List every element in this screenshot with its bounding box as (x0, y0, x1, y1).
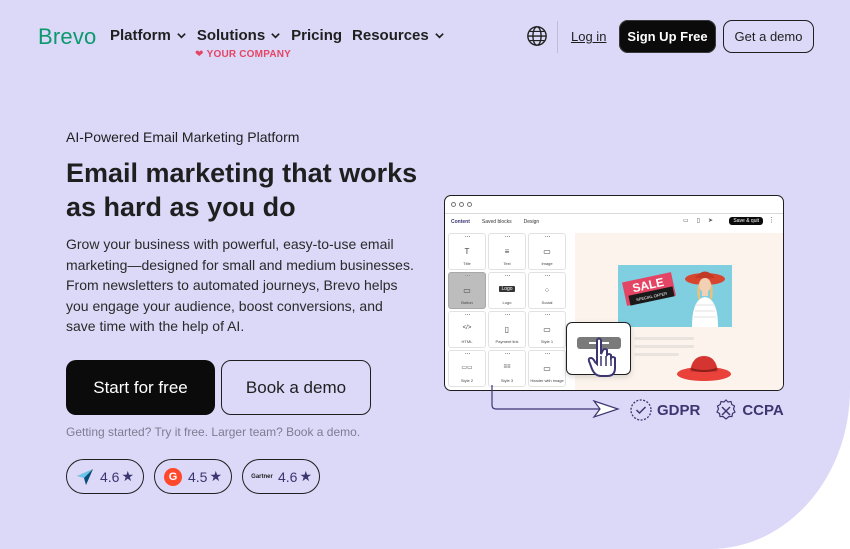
nav-item-solutions[interactable]: Solutions (197, 27, 281, 44)
nav-item-label: Platform (110, 27, 171, 44)
window-dot-icon (451, 202, 456, 207)
editor-toolbar: Content Saved blocks Design ▭ ▯ ➤ Save &… (445, 214, 783, 229)
block-payment-link: ▯ Payment link (488, 311, 526, 348)
editor-tab-design: Design (523, 218, 540, 225)
chevron-down-icon (434, 33, 444, 39)
star-icon: ★ (299, 468, 313, 484)
start-for-free-button[interactable]: Start for free (66, 360, 215, 415)
block-header-with-image: ▭ Header with image (528, 350, 566, 387)
nav-item-label: Pricing (291, 27, 343, 44)
send-icon: ➤ (707, 218, 713, 224)
block-image: ▭ Image (528, 233, 566, 270)
site-header: Brevo Platform Solutions Pricing Resourc… (0, 0, 850, 72)
nav-item-label: Resources (352, 27, 429, 44)
block-social: ⁘ Social (528, 272, 566, 309)
book-demo-button[interactable]: Book a demo (221, 360, 371, 415)
red-hat-illustration (677, 356, 731, 381)
your-company-logo: ❤ YOUR COMPANY (195, 49, 292, 60)
company-heart-icon: ❤ (195, 49, 204, 60)
get-demo-button[interactable]: Get a demo (723, 20, 814, 53)
window-dot-icon (459, 202, 464, 207)
brevo-logo[interactable]: Brevo (38, 24, 96, 50)
chevron-down-icon (177, 33, 186, 39)
main-nav: Platform Solutions Pricing Resources (110, 27, 455, 44)
block-style-1: ▭ Style 1 (528, 311, 566, 348)
block-style-3: ≡≡ Style 3 (488, 350, 526, 387)
editor-tab-content: Content (451, 218, 470, 225)
ccpa-badge: CCPA (714, 398, 784, 422)
globe-icon[interactable] (526, 25, 548, 47)
desktop-icon: ▭ (682, 218, 689, 224)
gdpr-shield-icon (630, 399, 652, 421)
rating-score: 4.6 (100, 468, 120, 485)
star-icon: ★ (121, 468, 135, 484)
flow-arrow-icon (491, 385, 620, 419)
rating-score: 4.6 (278, 468, 298, 485)
block-title: T Title (448, 233, 486, 270)
block-logo: Logo Logo (488, 272, 526, 309)
hero-description: Grow your business with powerful, easy-t… (66, 236, 414, 334)
gdpr-badge: GDPR (629, 398, 700, 422)
compliance-badges: GDPR CCPA (629, 398, 798, 422)
sale-banner-image: SALE SPECIAL OFFER (618, 265, 732, 327)
helper-text: Getting started? Try it free. Larger tea… (66, 425, 361, 439)
g2-rating[interactable]: G 4.5 ★ (154, 459, 232, 494)
editor-tab-saved-blocks: Saved blocks (481, 218, 512, 225)
chevron-down-icon (271, 33, 280, 39)
editor-save-button: Save & quit (729, 217, 763, 225)
g2-icon: G (164, 467, 182, 487)
nav-item-label: Solutions (196, 27, 266, 44)
nav-item-resources[interactable]: Resources (352, 27, 445, 44)
signup-button[interactable]: Sign Up Free (619, 20, 716, 53)
editor-window-bar (445, 196, 783, 214)
rating-score: 4.5 (188, 468, 208, 485)
capterra-rating[interactable]: 4.6 ★ (66, 459, 144, 494)
ratings-row: 4.6 ★ G 4.5 ★ Gartner 4.6 ★ (66, 459, 320, 494)
mobile-icon: ▯ (696, 218, 700, 224)
star-icon: ★ (209, 468, 223, 484)
gartner-icon: Gartner (251, 473, 273, 480)
header-divider (557, 21, 558, 53)
block-style-2: ▭▭ Style 2 (448, 350, 486, 387)
nav-item-pricing[interactable]: Pricing (291, 27, 342, 44)
nav-item-platform[interactable]: Platform (110, 27, 187, 44)
block-html: </> HTML (448, 311, 486, 348)
hand-cursor-icon (587, 337, 616, 377)
editor-device-icons: ▭ ▯ ➤ (683, 217, 713, 224)
hero-eyebrow: AI-Powered Email Marketing Platform (66, 129, 300, 145)
block-text: ≡ Text (488, 233, 526, 270)
login-link[interactable]: Log in (571, 29, 606, 44)
hero-headline: Email marketing that works as hard as yo… (66, 158, 418, 222)
model-photo-illustration (685, 271, 725, 327)
capterra-icon (76, 467, 94, 487)
gartner-rating[interactable]: Gartner 4.6 ★ (242, 459, 320, 494)
window-dot-icon (467, 202, 472, 207)
block-button: ▭ Button (448, 272, 486, 309)
editor-blocks-grid: T Title ≡ Text ▭ Image ▭ Button Logo Logo ⁘ So… (448, 233, 570, 387)
more-icon: ⋮ (768, 217, 775, 224)
ccpa-shield-icon (716, 399, 737, 420)
